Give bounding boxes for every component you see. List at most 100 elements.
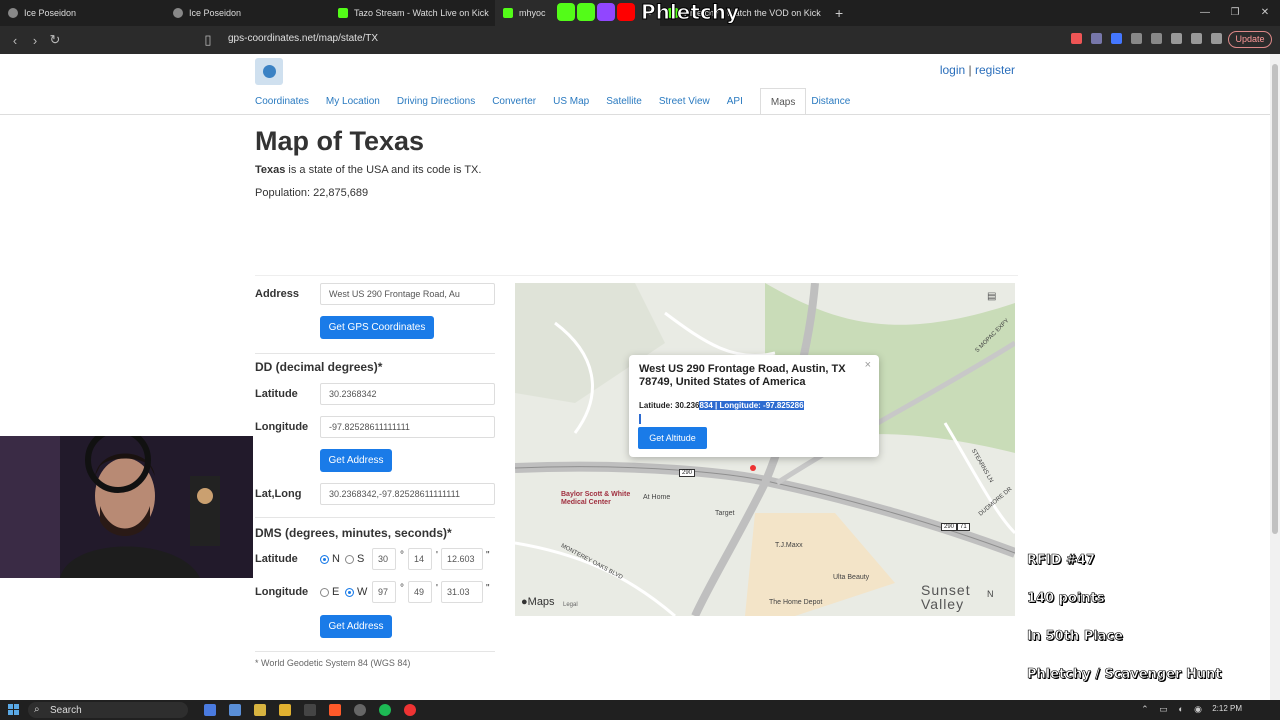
reload-icon[interactable]: ↻ [45,32,65,48]
window-controls: — ❐ ✕ [1190,0,1280,26]
forward-icon[interactable]: › [25,33,45,48]
lat-degrees-input[interactable]: 30 [372,548,396,570]
close-window-icon[interactable]: ✕ [1250,0,1280,26]
tab-label: mhyoc [519,8,546,18]
map-place-target: Target [715,510,735,517]
radio-north[interactable] [320,555,329,564]
extension-icon[interactable] [1171,33,1182,44]
nav-driving-directions[interactable]: Driving Directions [397,88,487,115]
browser-tab[interactable]: Tazo Stream - Watch Live on Kick [330,0,495,26]
radio-east[interactable] [320,588,329,597]
lon-minutes-input[interactable]: 49 [408,581,432,603]
back-icon[interactable]: ‹ [5,33,25,48]
apple-maps-attribution: ●Maps [521,596,555,608]
bookmark-icon[interactable]: ▯ [198,32,218,48]
nav-converter[interactable]: Converter [492,88,548,115]
login-link[interactable]: login [940,63,965,77]
extension-icon[interactable] [1091,33,1102,44]
url-field[interactable]: gps-coordinates.net/map/state/TX [228,33,378,44]
maximize-icon[interactable]: ❐ [1220,0,1250,26]
extension-icon[interactable] [1151,33,1162,44]
nav-distance[interactable]: Distance [811,88,862,115]
lon-seconds-input[interactable]: 31.03 [441,581,483,603]
get-address-dms-button[interactable]: Get Address [320,615,392,638]
scrollbar[interactable] [1270,54,1280,700]
latitude-label: Latitude [255,388,298,400]
route-shield: 71 [957,523,970,531]
new-tab-button[interactable]: + [835,5,843,21]
nav-maps[interactable]: Maps [759,88,807,115]
browser-tab[interactable]: Ice Poseidon [165,0,330,26]
scrollbar-thumb[interactable] [1272,64,1278,534]
latlong-input[interactable]: 30.2368342,-97.82528611111111 [320,483,495,505]
site-logo[interactable] [255,58,283,85]
address-input[interactable]: West US 290 Frontage Road, Au [320,283,495,305]
taskbar-app-icon[interactable] [204,704,216,716]
extension-icon[interactable] [1131,33,1142,44]
brave-icon[interactable] [329,704,341,716]
extension-icon[interactable] [1111,33,1122,44]
longitude-label: Longitude [255,421,309,433]
system-tray[interactable]: ⌃ ▭ ◐ ◉ [1141,704,1206,715]
taskbar-search[interactable]: ⌕ Search [28,702,188,718]
nav-coordinates[interactable]: Coordinates [255,88,321,115]
taskbar-app-icon[interactable] [404,704,416,716]
map-pin-icon [262,65,276,78]
rfid-stat: RFID #47 [1027,553,1096,569]
minute-symbol: ' [436,550,438,561]
taskbar-app-icon[interactable] [229,704,241,716]
search-label: Search [50,705,82,716]
route-shield: 290 [679,469,696,477]
windows-start-icon[interactable] [8,704,19,715]
kick-icon [557,3,575,21]
nav-api[interactable]: API [727,88,755,115]
nav-street-view[interactable]: Street View [659,88,722,115]
get-address-button[interactable]: Get Address [320,449,392,472]
second-symbol: " [486,550,490,561]
extension-icon[interactable] [1191,33,1202,44]
map-place-tjmaxx: T.J.Maxx [775,542,803,549]
tab-favicon-icon [173,8,183,18]
map-area-label: Sunset Valley [921,582,971,612]
legal-link[interactable]: Legal [563,602,578,608]
minimize-icon[interactable]: — [1190,0,1220,26]
clock: 2:12 PM [1212,704,1242,713]
folder-icon[interactable] [279,704,291,716]
taskbar-app-icon[interactable] [304,704,316,716]
map-type-icon[interactable]: ▤ [987,291,1001,303]
tab-favicon-icon [8,8,18,18]
radio-south[interactable] [345,555,354,564]
divider [255,517,495,518]
text-cursor [639,414,641,424]
nav-satellite[interactable]: Satellite [606,88,654,115]
extension-icon[interactable] [1071,33,1082,44]
popup-title: West US 290 Frontage Road, Austin, TX 78… [639,363,846,388]
latitude-input[interactable]: 30.2368342 [320,383,495,405]
nav-my-location[interactable]: My Location [326,88,392,115]
get-gps-coordinates-button[interactable]: Get GPS Coordinates [320,316,434,339]
lat-seconds-input[interactable]: 12.603 [441,548,483,570]
map-view[interactable]: ▤ Baylor Scott & White Medical Center At… [515,283,1015,616]
radio-west[interactable] [345,588,354,597]
longitude-input[interactable]: -97.82528611111111 [320,416,495,438]
update-button[interactable]: Update [1228,31,1272,48]
location-marker [750,465,756,471]
site-nav: Coordinates My Location Driving Directio… [255,88,867,115]
spotify-icon[interactable] [379,704,391,716]
obs-icon[interactable] [354,704,366,716]
popup-close-icon[interactable]: × [865,359,871,371]
browser-tab[interactable]: Ice Poseidon [0,0,165,26]
register-link[interactable]: register [975,63,1015,77]
lon-degrees-input[interactable]: 97 [372,581,396,603]
lat-minutes-input[interactable]: 14 [408,548,432,570]
minute-symbol: ' [436,583,438,594]
tab-label: Ice Poseidon [189,8,242,18]
compass[interactable]: N [987,589,994,599]
kick-icon [338,8,348,18]
get-altitude-button[interactable]: Get Altitude [638,427,707,449]
map-popup: West US 290 Frontage Road, Austin, TX 78… [629,355,879,457]
place-stat: In 50th Place [1027,629,1124,645]
taskbar-app-icon[interactable] [254,704,266,716]
extension-icon[interactable] [1211,33,1222,44]
nav-us-map[interactable]: US Map [553,88,601,115]
